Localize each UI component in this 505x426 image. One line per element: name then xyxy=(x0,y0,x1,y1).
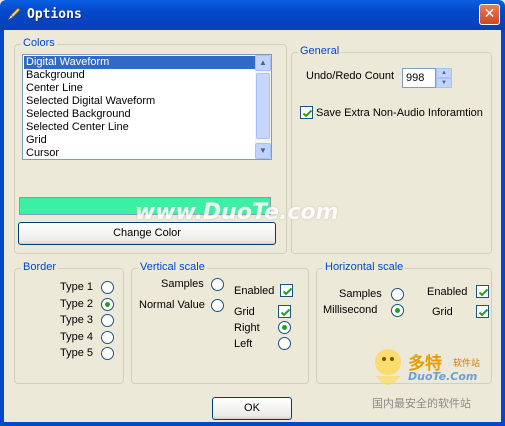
vertical-grid-label: Grid xyxy=(234,306,255,318)
horizontal-samples-radio[interactable] xyxy=(391,288,404,301)
horizontal-scale-title: Horizontal scale xyxy=(323,261,406,273)
border-type-label: Type 1 xyxy=(60,281,94,293)
horizontal-grid-checkbox[interactable] xyxy=(476,305,489,318)
vertical-scale-title: Vertical scale xyxy=(138,261,207,273)
scroll-up-arrow-icon[interactable]: ▲ xyxy=(255,55,271,71)
vertical-samples-label: Samples xyxy=(161,278,204,290)
horizontal-grid-label: Grid xyxy=(432,306,453,318)
border-type-label: Type 5 xyxy=(60,347,94,359)
horizontal-enabled-checkbox[interactable] xyxy=(476,285,489,298)
save-extra-checkbox[interactable] xyxy=(300,106,313,119)
vertical-normal-value-radio[interactable] xyxy=(211,299,224,312)
vertical-left-label: Left xyxy=(234,338,253,350)
close-button[interactable]: ✕ xyxy=(479,4,500,25)
save-extra-label: Save Extra Non-Audio Inforamtion xyxy=(316,107,483,119)
horizontal-millisecond-radio[interactable] xyxy=(391,304,404,317)
general-group-title: General xyxy=(298,45,342,57)
border-type-radio[interactable] xyxy=(101,281,114,294)
vertical-right-radio[interactable] xyxy=(278,321,291,334)
color-element-list[interactable]: Digital Waveform Background Center Line Sel… xyxy=(22,54,272,160)
border-type-radio[interactable] xyxy=(101,347,114,360)
title-bar[interactable]: Options ✕ xyxy=(0,0,505,30)
app-pen-icon xyxy=(6,6,22,22)
site-watermark: www.DuoTe.com xyxy=(135,200,339,225)
vertical-left-radio[interactable] xyxy=(278,337,291,350)
logo-cn-subtitle: 软件站 xyxy=(453,358,481,368)
ok-button[interactable]: OK xyxy=(212,397,292,420)
color-list-item[interactable]: Digital Waveform xyxy=(24,56,256,69)
border-type-radio[interactable] xyxy=(101,314,114,327)
undo-redo-label: Undo/Redo Count xyxy=(306,70,395,82)
color-list-item[interactable]: Selected Center Line xyxy=(24,121,256,134)
window-frame-left xyxy=(0,30,4,426)
vertical-normal-value-label: Normal Value xyxy=(139,299,205,311)
change-color-button[interactable]: Change Color xyxy=(18,222,276,245)
color-list-item[interactable]: Grid xyxy=(24,134,256,147)
vertical-enabled-checkbox[interactable] xyxy=(280,284,293,297)
vertical-enabled-label: Enabled xyxy=(234,285,275,297)
border-type-label: Type 4 xyxy=(60,330,94,343)
horizontal-samples-label: Samples xyxy=(339,288,382,300)
window-frame-right xyxy=(501,30,505,426)
color-list-item[interactable]: Cursor xyxy=(24,147,256,160)
logo-domain: DuoTe.Com xyxy=(408,370,478,383)
undo-redo-count-input[interactable]: 998 xyxy=(402,68,436,88)
vertical-samples-radio[interactable] xyxy=(211,278,224,291)
color-list-item[interactable]: Selected Background xyxy=(24,108,256,121)
border-type-radio[interactable] xyxy=(101,297,114,311)
vertical-grid-checkbox[interactable] xyxy=(278,305,291,318)
window-title: Options xyxy=(27,7,82,22)
logo-slogan: 国内最安全的软件站 xyxy=(372,398,471,410)
vertical-right-label: Right xyxy=(234,322,260,334)
window-frame-bottom xyxy=(0,422,505,426)
horizontal-enabled-label: Enabled xyxy=(427,286,468,298)
border-type-label: Type 2 xyxy=(60,297,94,310)
colors-group-title: Colors xyxy=(21,37,57,49)
color-list-items: Digital Waveform Background Center Line Sel… xyxy=(24,56,256,160)
border-group-title: Border xyxy=(21,261,59,273)
spin-down-arrow-icon[interactable]: ▼ xyxy=(436,78,452,88)
border-type-radio[interactable] xyxy=(101,330,114,344)
border-type-label: Type 3 xyxy=(60,314,94,326)
color-list-item[interactable]: Background xyxy=(24,69,256,82)
color-list-item[interactable]: Center Line xyxy=(24,82,256,95)
spin-up-arrow-icon[interactable]: ▲ xyxy=(436,68,452,78)
horizontal-millisecond-label: Millisecond xyxy=(323,304,378,316)
color-list-item[interactable]: Selected Digital Waveform xyxy=(24,95,256,108)
scroll-down-arrow-icon[interactable]: ▼ xyxy=(255,143,271,159)
list-scrollbar[interactable]: ▲ ▼ xyxy=(255,55,271,159)
scroll-thumb[interactable] xyxy=(256,73,270,139)
